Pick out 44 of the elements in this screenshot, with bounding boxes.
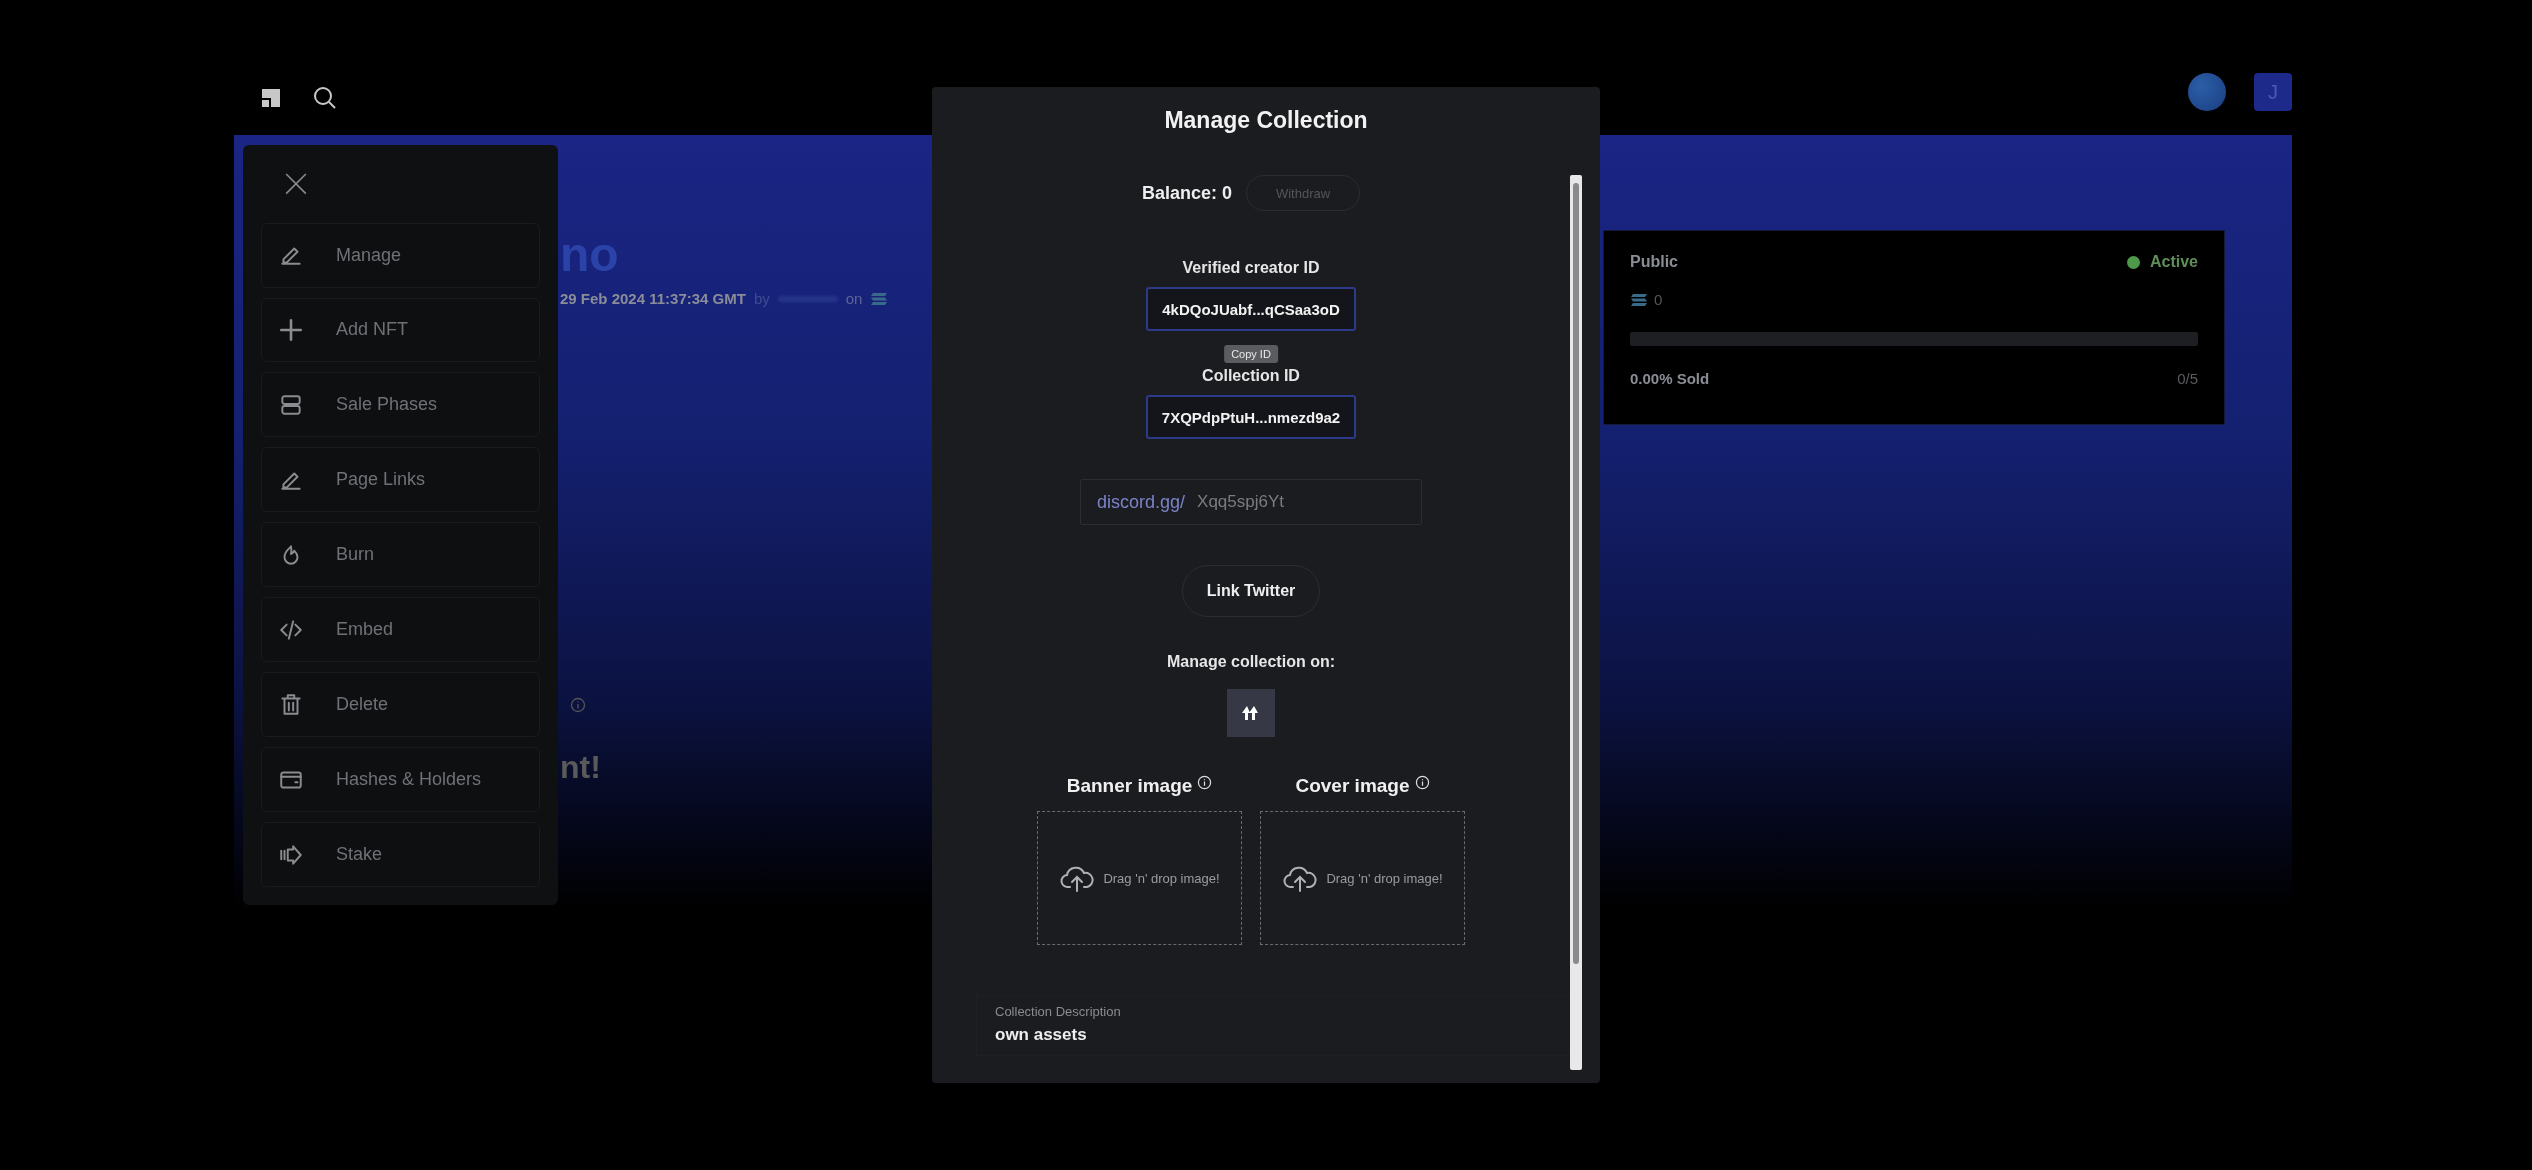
modal-title: Manage Collection [1164,107,1368,133]
platform-button[interactable] [1227,689,1275,737]
section-heading: nt! [560,749,601,786]
image-label: Cover image [1295,775,1410,797]
image-label: Banner image [1066,775,1193,797]
menu-item[interactable]: Manage [261,222,540,288]
invite-code-input[interactable]: Xqq5spj6Yt [1195,491,1421,513]
id-field[interactable]: 4kDQoJUabf...qCSaa3oD [1146,287,1356,331]
discord-field[interactable]: discord.gg/ Xqq5spj6Yt [1080,479,1422,525]
info-icon [1197,775,1213,790]
phase-name: Public [1630,253,1678,271]
menu-item[interactable]: Hashes & Holders [261,747,540,813]
solana-icon [1630,292,1648,307]
menu-item[interactable]: Add NFT [261,297,540,363]
tooltip: Copy ID [1224,345,1278,363]
status-label: Active [2149,253,2198,271]
menu-item[interactable]: Embed [261,597,540,663]
avatar-icon[interactable] [2188,73,2226,111]
field-label: Verified creator ID [1182,259,1320,277]
image-dropzone[interactable]: Drag 'n' drop image! [1037,811,1242,945]
price: 0 [1654,291,1663,308]
id-field[interactable]: 7XQPdpPtuH...nmezd9a2 [1146,395,1356,439]
menu-item[interactable]: Page Links [261,447,540,513]
plus-icon [278,316,304,343]
trash-icon [278,691,304,718]
menu-item[interactable]: Sale Phases [261,372,540,438]
scrollbar[interactable] [1570,175,1582,1070]
minted-count: 0/5 [2177,370,2198,387]
info-icon [570,697,586,713]
on-label: on [845,290,863,307]
menu-item[interactable]: Burn [261,522,540,588]
field-label: Collection ID [1202,367,1300,385]
close-icon[interactable] [283,171,309,197]
sold-percent: 0.00% Sold [1630,370,1710,387]
balance-label: Balance: 0 [1141,182,1232,204]
manage-on-label: Manage collection on: [1167,653,1335,671]
menu-item[interactable]: Stake [261,822,540,887]
search-icon[interactable] [312,85,338,111]
info-icon [1414,775,1430,790]
image-dropzone[interactable]: Drag 'n' drop image! [1260,811,1465,945]
description-field[interactable]: Collection Description own assets [976,995,1570,1056]
created-date: 29 Feb 2024 11:37:34 GMT [560,290,746,307]
menu-item[interactable]: Delete [261,672,540,738]
solana-icon [870,291,889,306]
